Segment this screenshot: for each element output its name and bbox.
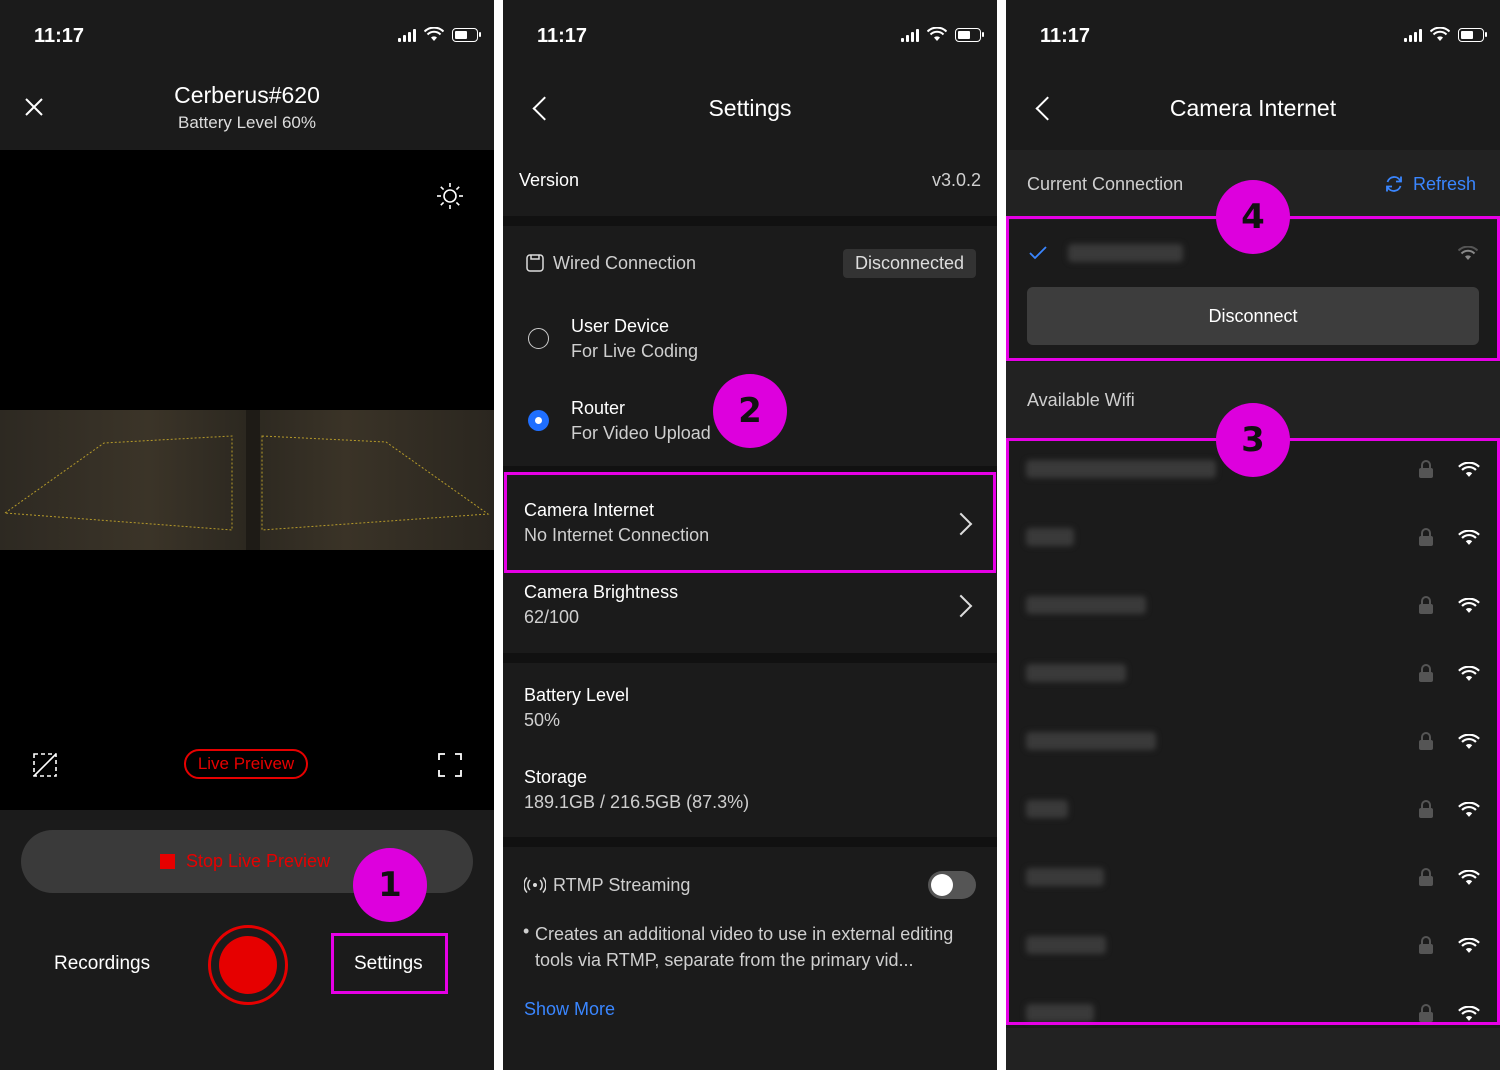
battery-icon bbox=[955, 27, 984, 42]
rtmp-label: RTMP Streaming bbox=[553, 875, 691, 895]
status-time: 11:17 bbox=[1040, 25, 1091, 47]
wifi-icon bbox=[1430, 27, 1450, 41]
signal-icon bbox=[398, 28, 416, 42]
option-title: Router bbox=[571, 398, 626, 418]
device-name: Cerberus#620 bbox=[174, 82, 320, 108]
status-icons bbox=[1404, 27, 1487, 42]
refresh-button[interactable]: Refresh bbox=[1413, 174, 1476, 195]
broadcast-icon bbox=[524, 877, 546, 893]
detection-zones bbox=[3, 410, 490, 550]
list-footer bbox=[1006, 1028, 1500, 1070]
storage-value: 189.1GB / 216.5GB (87.3%) bbox=[524, 792, 750, 812]
option-user-device[interactable]: User Device For Live Coding bbox=[503, 300, 997, 380]
bullet: • bbox=[523, 921, 530, 941]
status-icons bbox=[398, 27, 481, 42]
refresh-icon[interactable] bbox=[1384, 174, 1404, 194]
available-wifi-label: Available Wifi bbox=[1027, 390, 1135, 410]
page-title: Settings bbox=[708, 95, 792, 121]
option-subtitle: For Live Coding bbox=[571, 341, 699, 361]
wired-connection-label: Wired Connection bbox=[553, 253, 697, 273]
brightness-title: Camera Brightness bbox=[524, 582, 679, 602]
annotation-badge-4: 4 bbox=[1216, 180, 1290, 254]
signal-icon bbox=[901, 28, 919, 42]
signal-icon bbox=[1404, 28, 1422, 42]
camera-brightness-row[interactable]: Camera Brightness 62/100 bbox=[503, 572, 997, 652]
video-preview[interactable]: Live Preivew bbox=[0, 150, 494, 810]
version-label: Version bbox=[519, 170, 580, 190]
status-time: 11:17 bbox=[537, 25, 588, 47]
status-icons bbox=[901, 27, 984, 42]
chevron-right-icon bbox=[949, 594, 973, 618]
option-subtitle: For Video Upload bbox=[571, 423, 711, 443]
annotation-box-settings bbox=[331, 933, 448, 994]
rtmp-toggle[interactable] bbox=[928, 871, 976, 899]
status-time: 11:17 bbox=[34, 25, 85, 47]
stop-live-preview-label: Stop Live Preview bbox=[186, 851, 331, 871]
annotation-badge-2: 2 bbox=[713, 374, 787, 448]
stop-icon bbox=[160, 854, 175, 869]
wifi-icon bbox=[424, 27, 444, 41]
device-battery: Battery Level 60% bbox=[178, 113, 316, 132]
show-more-link[interactable]: Show More bbox=[524, 999, 615, 1020]
recordings-button[interactable]: Recordings bbox=[54, 953, 150, 975]
radio-selected[interactable] bbox=[528, 410, 549, 431]
record-icon bbox=[219, 936, 277, 994]
battery-icon bbox=[1458, 27, 1487, 42]
version-value: v3.0.2 bbox=[931, 170, 981, 190]
brightness-value: 62/100 bbox=[524, 607, 580, 627]
annotation-box-camera-internet bbox=[504, 472, 996, 573]
radio-unselected[interactable] bbox=[528, 328, 549, 349]
annotation-badge-3: 3 bbox=[1216, 403, 1290, 477]
toggle-knob bbox=[931, 874, 953, 896]
version-row: Version v3.0.2 bbox=[503, 150, 997, 216]
wired-status-badge: Disconnected bbox=[843, 249, 976, 278]
battery-value: 50% bbox=[524, 710, 561, 730]
rtmp-description: Creates an additional video to use in ex… bbox=[535, 924, 954, 970]
record-button[interactable] bbox=[208, 925, 288, 1005]
fullscreen-icon[interactable] bbox=[438, 753, 462, 777]
current-connection-label: Current Connection bbox=[1027, 174, 1184, 194]
annotation-badge-1: 1 bbox=[353, 848, 427, 922]
ethernet-icon bbox=[526, 254, 544, 272]
wifi-icon bbox=[927, 27, 947, 41]
camera-feed-image bbox=[0, 410, 494, 550]
battery-title: Battery Level bbox=[524, 685, 630, 705]
no-flash-icon[interactable] bbox=[32, 752, 58, 778]
storage-title: Storage bbox=[524, 767, 588, 787]
page-title: Camera Internet bbox=[1169, 95, 1337, 121]
battery-icon bbox=[452, 27, 481, 42]
brightness-icon[interactable] bbox=[436, 182, 464, 210]
annotation-box-available-wifi bbox=[1006, 438, 1500, 1025]
option-title: User Device bbox=[571, 316, 670, 336]
camera-preview-screen: 11:17 Cerberus#620 Battery Level 60% Liv… bbox=[0, 0, 494, 1070]
live-preview-badge: Live Preivew bbox=[184, 749, 308, 779]
